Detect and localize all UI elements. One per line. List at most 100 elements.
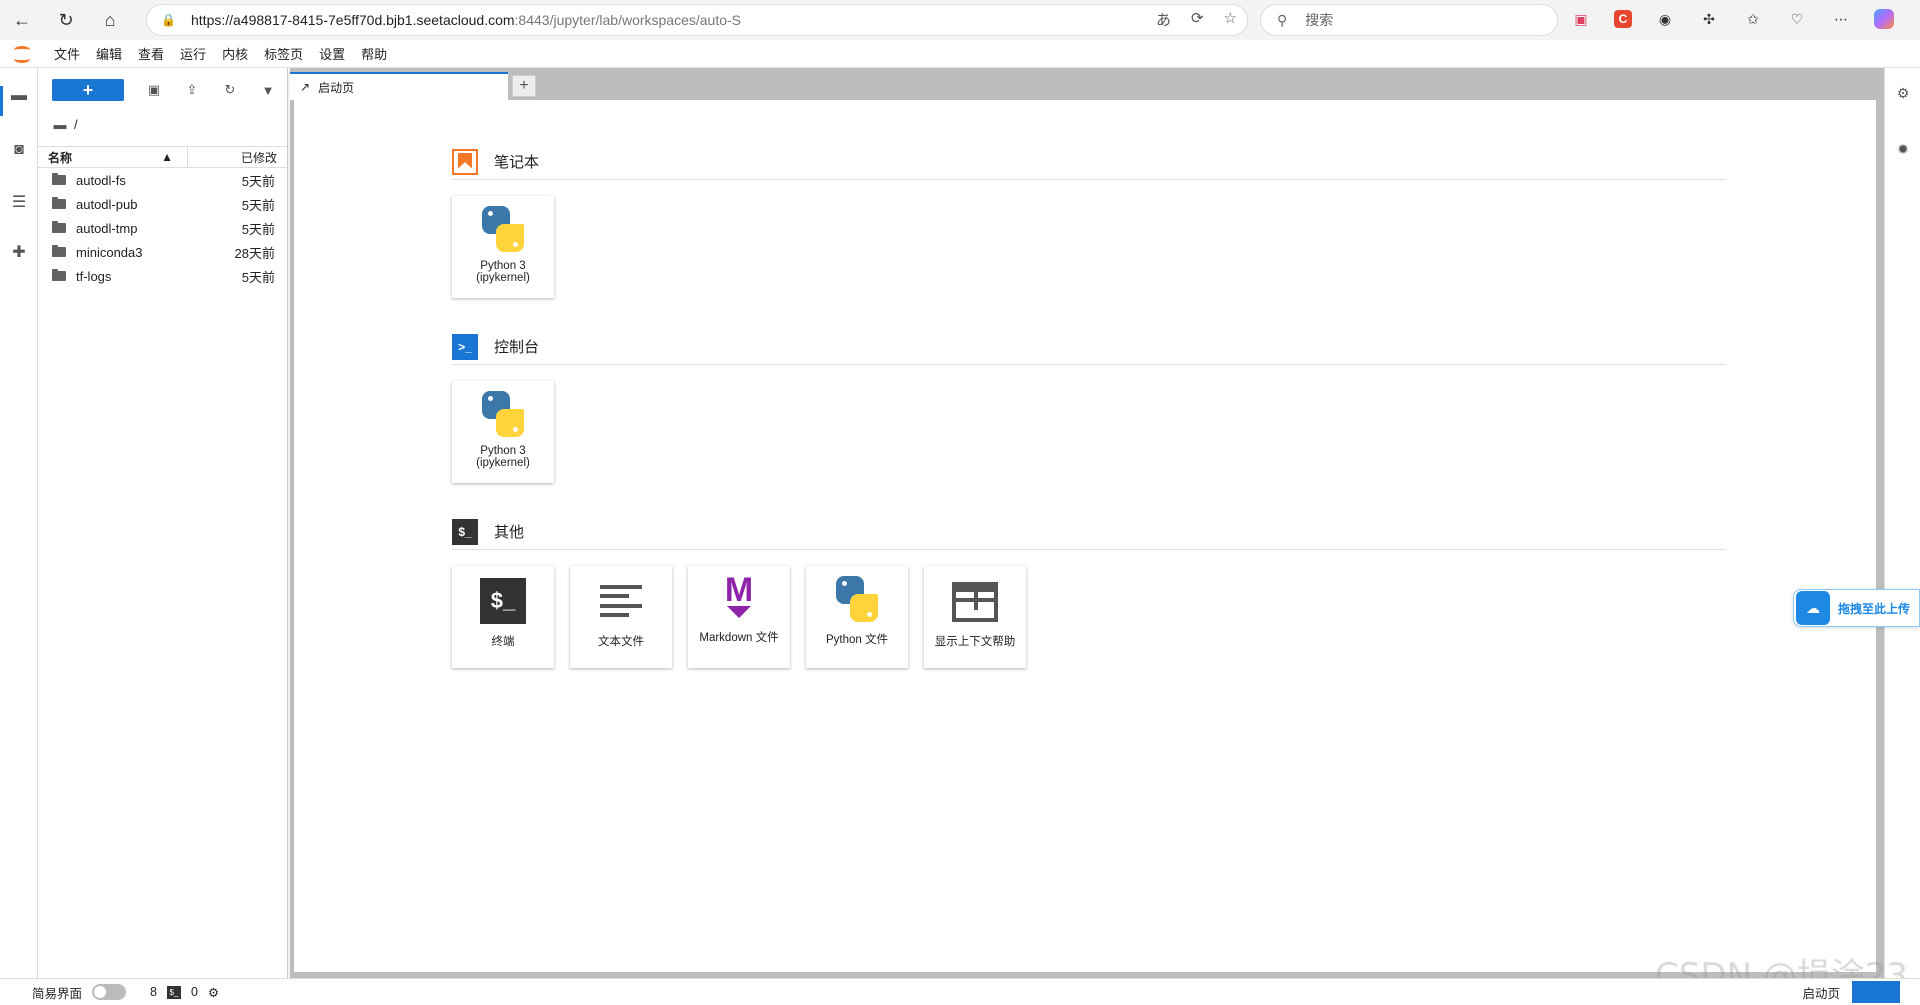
debugger-bug-icon[interactable]: ✹: [1894, 140, 1912, 158]
column-name-header[interactable]: 名称 ▲: [38, 147, 188, 167]
card-label: Python 文件: [826, 634, 888, 646]
browser-search-box[interactable]: ⚲ 搜索: [1260, 4, 1558, 36]
new-launcher-button[interactable]: +: [52, 79, 124, 101]
main-tab-bar: ↗ 启动页 +: [290, 72, 536, 100]
menu-tabs[interactable]: 标签页: [256, 44, 311, 63]
home-icon[interactable]: ⌂: [88, 0, 132, 40]
notebook-section-header: 笔记本: [452, 144, 1726, 180]
card-label-line1: Python 3: [480, 445, 526, 457]
folder-icon: [52, 197, 66, 209]
other-section: $_ 其他 $_ 终端 文本文件 M Markdown 文件 Python 文件…: [452, 514, 1726, 668]
home-folder-icon[interactable]: ▬: [52, 116, 68, 132]
python-file-card[interactable]: Python 文件: [806, 566, 908, 668]
column-modified-header[interactable]: 已修改: [188, 147, 287, 167]
tab-launcher[interactable]: ↗ 启动页: [290, 72, 508, 100]
left-sidebar-tabs: ▬ ◙ ☰ ✚: [0, 68, 38, 978]
console-section-header: >_ 控制台: [452, 329, 1726, 365]
menu-kernel[interactable]: 内核: [214, 44, 256, 63]
terminal-icon: $_: [166, 985, 181, 999]
other-section-header: $_ 其他: [452, 514, 1726, 550]
file-row[interactable]: autodl-pub 5天前: [38, 192, 287, 216]
simple-mode-toggle[interactable]: [92, 984, 127, 1000]
markdown-icon: M: [716, 573, 762, 624]
file-row[interactable]: autodl-fs 5天前: [38, 168, 287, 192]
lock-icon: 🔒: [161, 13, 176, 27]
favorite-star-icon[interactable]: ☆: [1224, 9, 1237, 30]
favorites-icon[interactable]: ✩: [1742, 8, 1764, 30]
refresh-files-icon[interactable]: ↻: [222, 82, 238, 98]
console-section: >_ 控制台 Python 3 (ipykernel): [452, 329, 1726, 483]
terminal-icon: $_: [480, 578, 526, 624]
card-label: Markdown 文件: [699, 632, 779, 644]
folder-icon: [52, 245, 66, 257]
right-sidebar-tabs: ⚙ ✹: [1884, 68, 1920, 978]
menu-settings[interactable]: 设置: [311, 44, 353, 63]
file-name: autodl-pub: [76, 196, 138, 212]
browser-essentials-icon[interactable]: ♡: [1786, 8, 1808, 30]
notebook-section: 笔记本 Python 3 (ipykernel): [452, 144, 1726, 298]
file-modified: 28天前: [234, 245, 275, 261]
status-bar: 简易界面 8 $_ 0 ⚙ 启动页: [0, 978, 1920, 1005]
upload-icon[interactable]: ⇪: [184, 82, 200, 98]
notification-indicator[interactable]: [1852, 981, 1900, 1003]
filter-icon[interactable]: ▼: [260, 82, 276, 98]
translate-icon[interactable]: あ: [1156, 9, 1171, 30]
breadcrumb-root[interactable]: /: [74, 117, 78, 132]
copilot-icon[interactable]: [1874, 9, 1894, 29]
folder-icon[interactable]: ▬: [9, 86, 29, 106]
extension-puzzle-icon[interactable]: ✣: [1698, 8, 1720, 30]
search-placeholder: 搜索: [1305, 12, 1334, 28]
contextual-help-card[interactable]: 显示上下文帮助: [924, 566, 1026, 668]
file-name: miniconda3: [76, 244, 143, 260]
terminal-count[interactable]: 8: [150, 985, 157, 999]
drag-upload-widget[interactable]: ☁ 拖拽至此上传: [1793, 589, 1920, 627]
kernel-gear-icon: ⚙: [207, 985, 220, 1000]
menu-run[interactable]: 运行: [172, 44, 214, 63]
refresh-icon[interactable]: ↻: [44, 0, 88, 40]
property-inspector-icon[interactable]: ⚙: [1894, 84, 1912, 102]
card-label-line2: (ipykernel): [476, 272, 530, 284]
running-sessions-icon[interactable]: ◙: [9, 140, 29, 160]
url-host: https://a498817-8415-7e5ff70d.bjb1.seeta…: [191, 12, 515, 28]
menu-edit[interactable]: 编辑: [88, 44, 130, 63]
current-activity-label: 启动页: [1802, 986, 1840, 1001]
markdown-file-card[interactable]: M Markdown 文件: [688, 566, 790, 668]
back-icon[interactable]: ←: [0, 0, 44, 40]
card-label-line1: Python 3: [480, 260, 526, 272]
kernel-count[interactable]: 0: [191, 985, 198, 999]
menu-view[interactable]: 查看: [130, 44, 172, 63]
add-tab-button[interactable]: +: [512, 75, 536, 97]
text-file-card[interactable]: 文本文件: [570, 566, 672, 668]
terminal-section-icon: $_: [452, 518, 478, 545]
extension-c-icon[interactable]: C: [1614, 10, 1632, 28]
folder-icon: [52, 173, 66, 185]
notebook-icon: [452, 148, 478, 175]
file-row[interactable]: miniconda3 28天前: [38, 240, 287, 264]
sync-icon[interactable]: ⟳: [1191, 9, 1204, 30]
more-options-icon[interactable]: ⋯: [1830, 8, 1852, 30]
file-name: tf-logs: [76, 268, 112, 284]
table-of-contents-icon[interactable]: ☰: [9, 192, 29, 212]
new-folder-icon[interactable]: ▣: [146, 82, 162, 98]
extension-camera-icon[interactable]: ▣: [1570, 8, 1592, 30]
extension-eye-icon[interactable]: ◉: [1654, 8, 1676, 30]
console-section-title: 控制台: [494, 339, 540, 356]
address-bar[interactable]: 🔒 https://a498817-8415-7e5ff70d.bjb1.see…: [146, 4, 1248, 36]
card-label: 终端: [491, 636, 515, 648]
menu-file[interactable]: 文件: [46, 44, 88, 63]
file-row[interactable]: autodl-tmp 5天前: [38, 216, 287, 240]
url-path: :8443/jupyter/lab/workspaces/auto-S: [514, 12, 742, 28]
console-python3-card[interactable]: Python 3 (ipykernel): [452, 381, 554, 483]
extensions-icon[interactable]: ✚: [9, 242, 29, 262]
python-logo-icon: [478, 389, 528, 439]
sort-ascending-icon: ▲: [161, 150, 173, 164]
simple-mode-label: 简易界面: [32, 986, 83, 1001]
python-logo-icon: [478, 204, 528, 254]
notebook-python3-card[interactable]: Python 3 (ipykernel): [452, 196, 554, 298]
column-modified-label: 已修改: [240, 150, 277, 165]
breadcrumb[interactable]: ▬ /: [38, 112, 287, 136]
terminal-card[interactable]: $_ 终端: [452, 566, 554, 668]
menu-help[interactable]: 帮助: [353, 44, 395, 63]
file-modified: 5天前: [241, 269, 275, 285]
file-row[interactable]: tf-logs 5天前: [38, 264, 287, 288]
